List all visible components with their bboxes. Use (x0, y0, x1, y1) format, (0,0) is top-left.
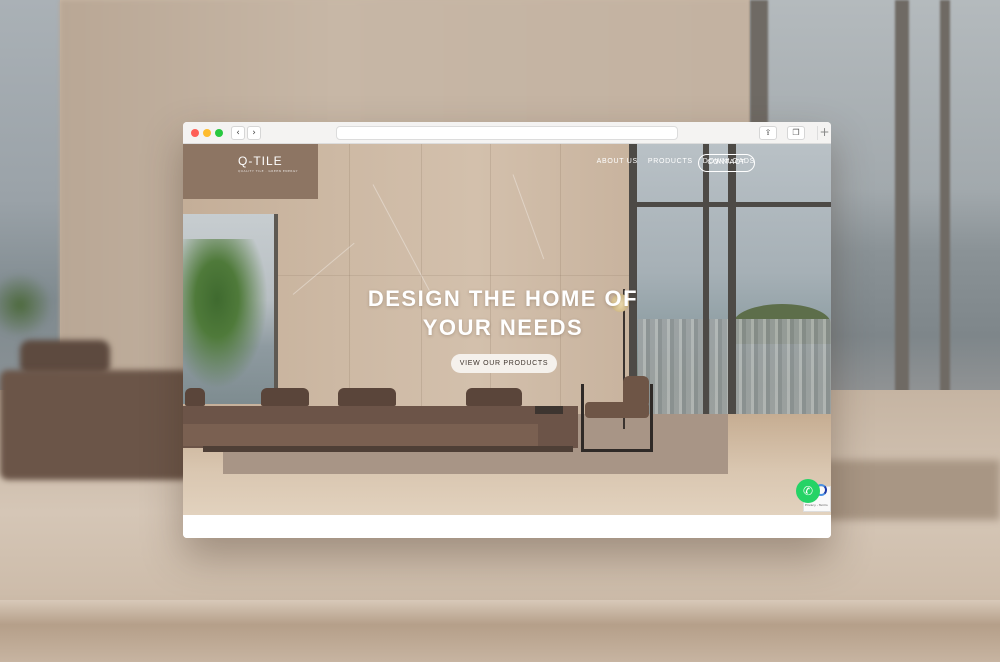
maximize-window-button[interactable] (215, 129, 223, 137)
hero-section: Q-TILE QUALITY TILE · GREEN ENERGY ABOUT… (183, 144, 831, 515)
backdrop-sofa (0, 370, 190, 480)
page-below-fold (183, 515, 831, 538)
minimize-window-button[interactable] (203, 129, 211, 137)
sofa-cushion (338, 388, 396, 406)
plus-icon: + (819, 125, 830, 139)
recaptcha-text: Privacy - Terms (805, 503, 828, 507)
backdrop-plant (0, 270, 50, 340)
nav-about-us[interactable]: ABOUT US (597, 158, 638, 165)
sofa-legs (203, 446, 573, 452)
hero-heading-line-2: YOUR NEEDS (422, 315, 584, 340)
backdrop-mullion (895, 0, 909, 420)
contact-button[interactable]: CONTACT (698, 154, 755, 172)
new-tab-button[interactable]: + (817, 126, 831, 140)
whatsapp-icon: ✆ (802, 484, 814, 498)
chevron-right-icon: › (252, 128, 256, 138)
logo-wordmark: Q-TILE (238, 154, 283, 168)
tile-seam (560, 144, 561, 419)
browser-window: ‹ › ⇪ ❐ + Q-TILE QUALITY TILE · GREEN EN… (183, 122, 831, 538)
backdrop-step (0, 600, 1000, 662)
back-button[interactable]: ‹ (231, 126, 245, 140)
forward-button[interactable]: › (247, 126, 261, 140)
palm-plant (183, 239, 268, 389)
view-products-button[interactable]: VIEW OUR PRODUCTS (451, 354, 557, 373)
share-icon: ⇪ (764, 128, 772, 137)
sofa-seat (183, 424, 538, 446)
tile-seam (421, 144, 422, 419)
site-logo[interactable]: Q-TILE QUALITY TILE · GREEN ENERGY (238, 154, 298, 173)
window-transom (633, 202, 831, 207)
whatsapp-button[interactable]: ✆ (796, 479, 820, 503)
sofa-cushion (466, 388, 522, 406)
site-header: Q-TILE QUALITY TILE · GREEN ENERGY ABOUT… (183, 144, 831, 184)
armchair-frame (581, 384, 653, 452)
side-table (535, 406, 563, 414)
browser-toolbar: ‹ › ⇪ ❐ + (183, 122, 831, 144)
tile-seam (349, 144, 350, 419)
share-button[interactable]: ⇪ (759, 126, 777, 140)
tile-seam (278, 275, 633, 276)
backdrop-mullion (940, 0, 950, 420)
nav-products[interactable]: PRODUCTS (648, 158, 693, 165)
close-window-button[interactable] (191, 129, 199, 137)
tabs-icon: ❐ (792, 128, 800, 137)
hero-heading-line-1: DESIGN THE HOME OF (367, 286, 639, 311)
tabs-overview-button[interactable]: ❐ (787, 126, 805, 140)
tile-seam (490, 144, 491, 419)
logo-tagline: QUALITY TILE · GREEN ENERGY (238, 169, 298, 173)
hero-heading: DESIGN THE HOME OF YOUR NEEDS (303, 284, 703, 342)
address-bar[interactable] (336, 126, 678, 140)
chevron-left-icon: ‹ (236, 128, 240, 138)
sofa-cushion (261, 388, 309, 406)
sofa-cushion (185, 388, 205, 406)
